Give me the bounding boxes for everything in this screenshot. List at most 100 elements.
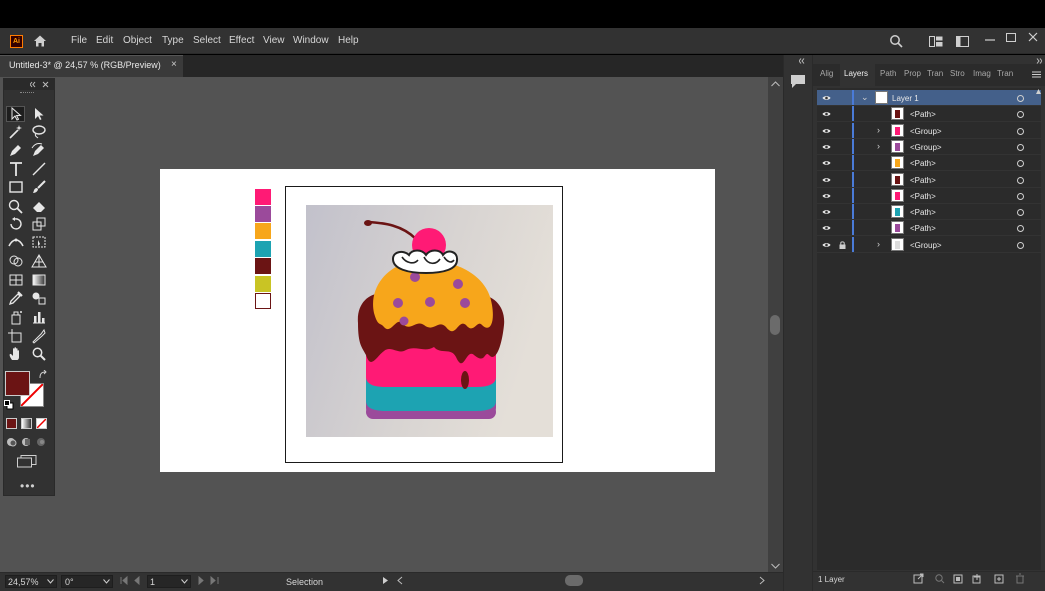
tab-align[interactable]: Alig (820, 69, 833, 78)
tab-transparency[interactable]: Tran (997, 69, 1013, 78)
status-menu-arrow-icon[interactable] (382, 576, 390, 585)
rectangle-tool-icon[interactable] (7, 179, 25, 195)
visibility-eye-icon[interactable] (822, 242, 831, 248)
menu-edit[interactable]: Edit (96, 35, 113, 46)
drawing-modes-icons[interactable] (5, 436, 49, 448)
visibility-eye-icon[interactable] (822, 225, 831, 231)
layer-target-circle[interactable] (1017, 242, 1024, 249)
selection-tool-icon[interactable] (7, 106, 25, 122)
layers-scroll-up-icon[interactable] (1036, 89, 1041, 94)
layer-name[interactable]: <Path> (910, 110, 936, 119)
layer-name[interactable]: <Group> (910, 143, 942, 152)
maximize-icon[interactable] (1006, 33, 1016, 42)
layers-footer-buttons[interactable] (913, 573, 1031, 585)
menu-select[interactable]: Select (193, 35, 221, 46)
magic-wand-tool-icon[interactable] (7, 124, 25, 140)
menu-view[interactable]: View (263, 35, 285, 46)
width-tool-icon[interactable] (7, 234, 25, 250)
blend-tool-icon[interactable] (30, 290, 48, 306)
tab-transform[interactable]: Tran (927, 69, 943, 78)
zoom-tool-icon[interactable] (30, 346, 48, 362)
layer-target-circle[interactable] (1017, 144, 1024, 151)
layer-name[interactable]: <Path> (910, 159, 936, 168)
free-transform-tool-icon[interactable] (30, 234, 48, 250)
minimize-icon[interactable] (985, 37, 995, 43)
direct-selection-tool-icon[interactable] (30, 106, 48, 122)
visibility-eye-icon[interactable] (822, 177, 831, 183)
collapse-panel-icon[interactable] (30, 81, 50, 88)
menu-window[interactable]: Window (293, 35, 329, 46)
layer-name[interactable]: <Path> (910, 224, 936, 233)
expand-chevron-icon[interactable]: › (877, 239, 880, 249)
tab-image-trace[interactable]: Imag (973, 69, 991, 78)
layer-target-circle[interactable] (1017, 160, 1024, 167)
layer-target-circle[interactable] (1017, 128, 1024, 135)
menu-file[interactable]: File (71, 35, 87, 46)
swatch-teal[interactable] (255, 241, 271, 257)
tab-pathfinder[interactable]: Path (880, 69, 896, 78)
tab-layers[interactable]: Layers (844, 69, 868, 78)
expand-chevron-icon[interactable]: › (877, 125, 880, 135)
panel-menu-icon[interactable] (1032, 71, 1041, 78)
layer-target-circle[interactable] (1017, 193, 1024, 200)
line-segment-tool-icon[interactable] (30, 161, 48, 177)
workspace-switcher-icon[interactable] (956, 36, 969, 47)
close-window-icon[interactable] (1028, 32, 1038, 42)
visibility-eye-icon[interactable] (822, 128, 831, 134)
paintbrush-tool-icon[interactable] (30, 179, 48, 195)
layer-target-circle[interactable] (1017, 177, 1024, 184)
layer-name[interactable]: <Group> (910, 127, 942, 136)
visibility-eye-icon[interactable] (822, 144, 831, 150)
swatch-white[interactable] (255, 293, 271, 309)
arrange-documents-icon[interactable] (929, 36, 943, 47)
layer-name[interactable]: <Path> (910, 208, 936, 217)
visibility-eye-icon[interactable] (822, 111, 831, 117)
layer-target-circle[interactable] (1017, 111, 1024, 118)
search-icon[interactable] (889, 34, 903, 48)
swatch-yellow-green[interactable] (255, 276, 271, 292)
visibility-eye-icon[interactable] (822, 95, 831, 101)
swatch-brown[interactable] (255, 258, 271, 274)
visibility-eye-icon[interactable] (822, 160, 831, 166)
visibility-eye-icon[interactable] (822, 209, 831, 215)
rotation-dropdown-icon[interactable] (103, 579, 110, 584)
scroll-up-icon[interactable] (771, 81, 780, 87)
mesh-tool-icon[interactable] (7, 272, 25, 288)
lasso-tool-icon[interactable] (30, 124, 48, 140)
tab-properties[interactable]: Prop (904, 69, 921, 78)
default-fill-stroke-icon[interactable] (4, 400, 14, 410)
menu-help[interactable]: Help (338, 35, 359, 46)
expand-panels-icon[interactable] (799, 58, 809, 64)
document-tab-close-button[interactable]: × (171, 59, 177, 70)
menu-object[interactable]: Object (123, 35, 152, 46)
shape-builder-tool-icon[interactable] (7, 253, 25, 269)
type-tool-icon[interactable] (7, 161, 25, 177)
visibility-eye-icon[interactable] (822, 193, 831, 199)
layer-name[interactable]: <Path> (910, 192, 936, 201)
eraser-tool-icon[interactable] (30, 198, 48, 214)
layer-name[interactable]: Layer 1 (892, 94, 919, 103)
pen-tool-icon[interactable] (7, 142, 25, 158)
layer-target-circle[interactable] (1017, 209, 1024, 216)
cupcake-image[interactable] (306, 205, 553, 437)
gradient-mode-button[interactable] (21, 418, 32, 429)
symbol-sprayer-tool-icon[interactable] (7, 309, 25, 325)
curvature-tool-icon[interactable] (30, 142, 48, 158)
fill-color-box[interactable] (5, 371, 30, 396)
horizontal-scroll-thumb[interactable] (565, 575, 583, 586)
column-graph-tool-icon[interactable] (30, 309, 48, 325)
perspective-grid-tool-icon[interactable] (30, 253, 48, 269)
rotate-tool-icon[interactable] (7, 216, 25, 232)
expand-chevron-icon[interactable]: ⌄ (861, 92, 869, 103)
layer-row[interactable] (817, 90, 1041, 106)
scale-tool-icon[interactable] (30, 216, 48, 232)
swap-fill-stroke-icon[interactable] (38, 370, 48, 380)
toolbar-grip[interactable] (20, 92, 34, 95)
next-last-artboard-icons[interactable] (196, 576, 220, 585)
shaper-tool-icon[interactable] (7, 198, 25, 214)
lock-icon[interactable] (839, 241, 846, 249)
color-mode-button[interactable] (6, 418, 17, 429)
artboard-dropdown-icon[interactable] (181, 579, 188, 584)
scroll-left-icon[interactable] (396, 576, 404, 585)
layer-name[interactable]: <Path> (910, 176, 936, 185)
